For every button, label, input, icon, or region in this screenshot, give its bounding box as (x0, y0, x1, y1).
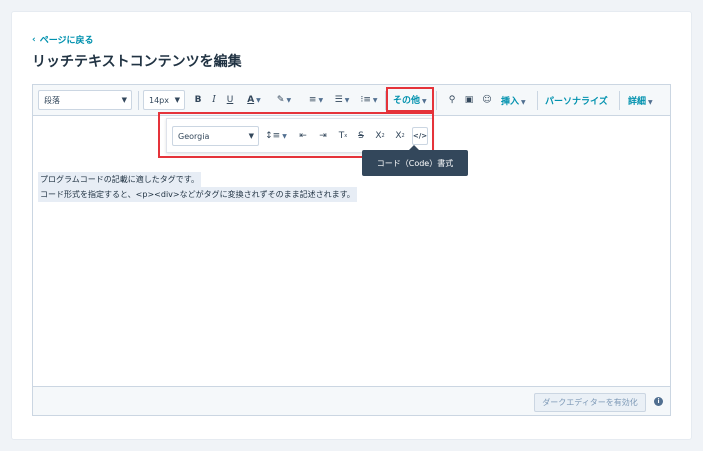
bullet-list-icon: ☰ (334, 95, 343, 105)
caret-down-icon: ▼ (318, 96, 324, 104)
link-icon[interactable]: ⚲ (447, 93, 457, 107)
font-color-glyph: A (247, 95, 255, 105)
highlight-button[interactable]: ✎ ▼ (273, 93, 295, 107)
caret-down-icon: ▼ (648, 99, 653, 106)
page-title: リッチテキストコンテンツを編集 (32, 54, 242, 70)
toolbar-divider (537, 91, 538, 110)
chevron-left-icon: ‹ (32, 34, 36, 45)
dark-editor-button[interactable]: ダークエディターを有効化 (534, 393, 646, 412)
numbered-list-icon: ⁝≡ (360, 95, 371, 105)
toolbar-divider (138, 91, 139, 110)
caret-down-icon: ▼ (372, 96, 378, 104)
info-icon[interactable]: i (654, 397, 663, 406)
toolbar-divider (436, 91, 437, 110)
back-link[interactable]: ‹ ページに戻る (32, 33, 94, 47)
paragraph-style-value: 段落 (44, 95, 60, 105)
code-format-tooltip: コード（Code）書式 (362, 145, 468, 176)
toolbar-divider (619, 91, 620, 110)
font-color-button[interactable]: A ▼ (243, 93, 265, 107)
caret-down-icon: ▼ (256, 96, 261, 104)
underline-button[interactable]: U (225, 93, 235, 107)
caret-down-icon: ▼ (344, 96, 350, 104)
align-icon: ≡ (308, 95, 317, 105)
content-line-2: コード形式を指定すると、<p><div>などがタグに変換されずそのまま記述されま… (38, 187, 357, 202)
editor-content[interactable]: プログラムコードの記載に適したタグです。 コード形式を指定すると、<p><div… (38, 172, 357, 202)
editor-footer: ダークエディターを有効化 i (33, 386, 670, 415)
align-button[interactable]: ≡ ▼ (305, 93, 327, 107)
details-menu-button[interactable]: 詳細 ▼ (628, 94, 653, 107)
font-size-value: 14px (149, 95, 169, 105)
other-menu-highlight (386, 87, 434, 112)
caret-down-icon: ▼ (521, 99, 526, 106)
insert-menu-button[interactable]: 挿入 ▼ (501, 94, 526, 107)
personalize-button[interactable]: パーソナライズ (545, 94, 608, 107)
image-icon[interactable]: ▣ (463, 93, 475, 107)
font-size-select[interactable]: 14px ▼ (143, 90, 185, 110)
content-line-1: プログラムコードの記載に適したタグです。 (38, 172, 201, 187)
bold-button[interactable]: B (193, 93, 203, 107)
details-menu-label: 詳細 (628, 97, 647, 107)
pen-icon: ✎ (276, 95, 285, 105)
insert-menu-label: 挿入 (501, 97, 520, 107)
back-link-label: ページに戻る (39, 36, 94, 46)
emoji-icon[interactable]: ☺ (481, 93, 493, 107)
caret-down-icon: ▼ (286, 96, 292, 104)
paragraph-style-select[interactable]: 段落 ▼ (38, 90, 132, 110)
bullet-list-button[interactable]: ☰ ▼ (331, 93, 353, 107)
caret-down-icon: ▼ (174, 96, 180, 104)
caret-down-icon: ▼ (121, 96, 127, 104)
numbered-list-button[interactable]: ⁝≡ ▼ (358, 93, 380, 107)
italic-button[interactable]: I (209, 93, 219, 107)
